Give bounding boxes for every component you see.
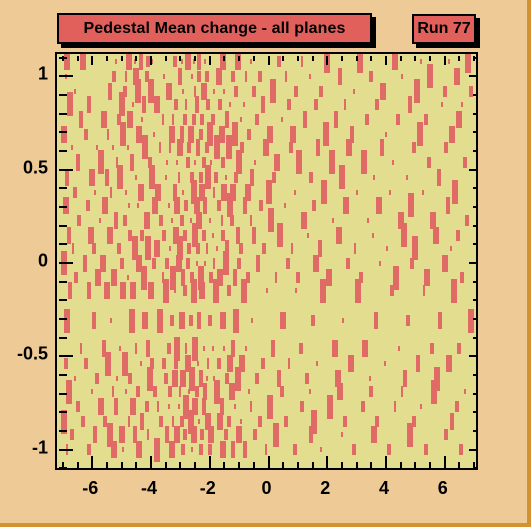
x-axis-tick-label: 4 (378, 478, 390, 498)
x-axis-tick-label: -4 (140, 478, 158, 498)
plot-canvas: Pedestal Mean change - all planes Run 77… (0, 0, 531, 527)
x-axis-labels: -6 -4 -2 0 2 4 6 (0, 0, 531, 527)
x-axis-tick-label: 6 (437, 478, 448, 498)
x-axis-tick-label: -2 (199, 478, 216, 498)
x-axis-tick-label: -6 (82, 478, 99, 498)
x-axis-tick-label: 2 (320, 478, 331, 498)
x-axis-tick-label: 0 (261, 478, 272, 498)
